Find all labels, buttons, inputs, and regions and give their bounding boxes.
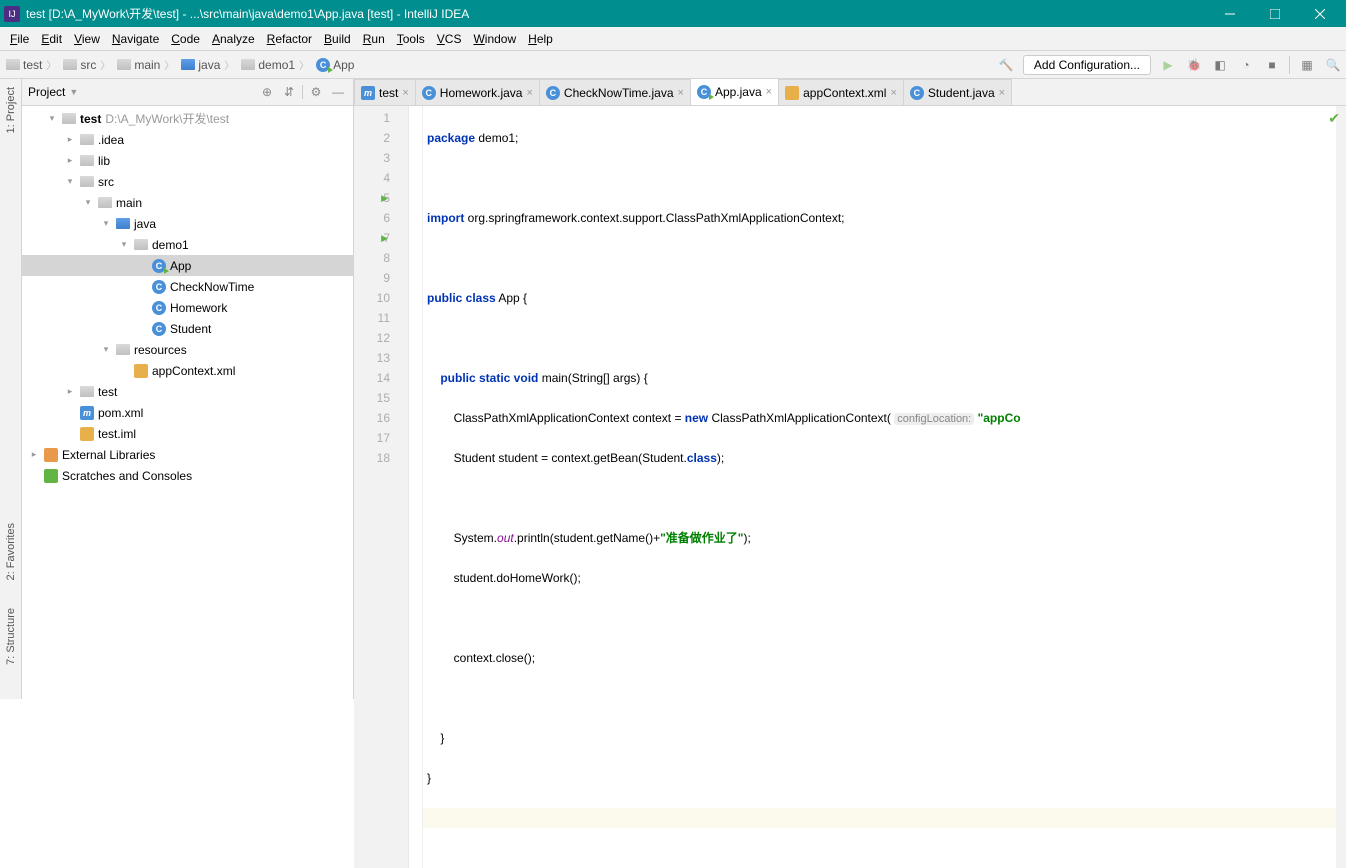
window-title: test [D:\A_MyWork\开发\test] - ...\src\mai…: [26, 5, 1207, 22]
menu-navigate[interactable]: Navigate: [106, 29, 165, 49]
structure-tool-button[interactable]: 7: Structure: [5, 604, 17, 669]
tree-node-src[interactable]: ▾src: [22, 171, 353, 192]
coverage-icon[interactable]: ◧: [1211, 56, 1229, 74]
minimize-button[interactable]: [1207, 0, 1252, 27]
scroll-from-source-icon[interactable]: ⊕: [258, 83, 276, 101]
menu-run[interactable]: Run: [357, 29, 391, 49]
fold-gutter[interactable]: [409, 106, 423, 868]
error-stripe[interactable]: [1336, 106, 1346, 868]
menubar: FileEditViewNavigateCodeAnalyzeRefactorB…: [0, 27, 1346, 51]
breadcrumb-item[interactable]: test〉: [4, 55, 59, 74]
code-editor[interactable]: 12345▶67▶89101112131415161718 package de…: [354, 106, 1346, 868]
tree-node-pom-xml[interactable]: ▸mpom.xml: [22, 402, 353, 423]
editor-area: mtest×CHomework.java×CCheckNowTime.java×…: [354, 79, 1346, 699]
breadcrumb-item[interactable]: CApp: [314, 56, 356, 74]
left-tool-strip: 1: Project 2: Favorites 7: Structure: [0, 79, 22, 699]
titlebar: IJ test [D:\A_MyWork\开发\test] - ...\src\…: [0, 0, 1346, 27]
debug-icon[interactable]: 🐞: [1185, 56, 1203, 74]
tree-node-demo1[interactable]: ▾demo1: [22, 234, 353, 255]
menu-help[interactable]: Help: [522, 29, 559, 49]
maximize-button[interactable]: [1252, 0, 1297, 27]
menu-refactor[interactable]: Refactor: [261, 29, 318, 49]
run-icon[interactable]: ▶: [1159, 56, 1177, 74]
breadcrumb-item[interactable]: main〉: [115, 55, 177, 74]
tab-test[interactable]: mtest×: [354, 79, 416, 105]
menu-build[interactable]: Build: [318, 29, 357, 49]
project-tool-button[interactable]: 1: Project: [5, 83, 17, 137]
navigation-bar: test〉src〉main〉java〉demo1〉CApp 🔨 Add Conf…: [0, 51, 1346, 79]
tree-node-lib[interactable]: ▸lib: [22, 150, 353, 171]
breadcrumb-item[interactable]: demo1〉: [239, 55, 312, 74]
tree-node-external-libraries[interactable]: ▸External Libraries: [22, 444, 353, 465]
close-tab-icon[interactable]: ×: [678, 87, 684, 99]
project-label: Project: [28, 85, 65, 99]
tree-node-java[interactable]: ▾java: [22, 213, 353, 234]
close-tab-icon[interactable]: ×: [402, 87, 408, 99]
code-content[interactable]: package demo1; import org.springframewor…: [423, 106, 1336, 868]
divider: [1289, 56, 1290, 74]
editor-tabs: mtest×CHomework.java×CCheckNowTime.java×…: [354, 79, 1346, 106]
project-tree[interactable]: ▾testD:\A_MyWork\开发\test▸.idea▸lib▾src▾m…: [22, 106, 353, 699]
menu-view[interactable]: View: [68, 29, 106, 49]
breadcrumb-item[interactable]: java〉: [179, 55, 237, 74]
tree-node-test[interactable]: ▾testD:\A_MyWork\开发\test: [22, 108, 353, 129]
tree-node-main[interactable]: ▾main: [22, 192, 353, 213]
tree-node-test-iml[interactable]: ▸test.iml: [22, 423, 353, 444]
project-panel: Project ▼ ⊕ ⇵ ⚙ — ▾testD:\A_MyWork\开发\te…: [22, 79, 354, 699]
menu-tools[interactable]: Tools: [391, 29, 431, 49]
divider: [302, 85, 303, 99]
settings-icon[interactable]: ⚙: [307, 83, 325, 101]
tab-checknowtime-java[interactable]: CCheckNowTime.java×: [539, 79, 691, 105]
inspection-ok-icon[interactable]: ✔: [1328, 110, 1340, 127]
profiler-icon[interactable]: ◔: [1237, 56, 1255, 74]
menu-window[interactable]: Window: [467, 29, 522, 49]
search-everywhere-icon[interactable]: 🔍: [1324, 56, 1342, 74]
breadcrumb: test〉src〉main〉java〉demo1〉CApp: [4, 55, 997, 74]
tree-node--idea[interactable]: ▸.idea: [22, 129, 353, 150]
expand-all-icon[interactable]: ⇵: [280, 83, 298, 101]
app-icon: IJ: [4, 6, 20, 22]
add-configuration-button[interactable]: Add Configuration...: [1023, 55, 1151, 75]
menu-file[interactable]: File: [4, 29, 35, 49]
close-button[interactable]: [1297, 0, 1342, 27]
stop-icon[interactable]: ■: [1263, 56, 1281, 74]
menu-vcs[interactable]: VCS: [431, 29, 468, 49]
tab-appcontext-xml[interactable]: appContext.xml×: [778, 79, 904, 105]
close-tab-icon[interactable]: ×: [890, 87, 896, 99]
tab-student-java[interactable]: CStudent.java×: [903, 79, 1012, 105]
line-gutter[interactable]: 12345▶67▶89101112131415161718: [354, 106, 409, 868]
tree-node-test[interactable]: ▸test: [22, 381, 353, 402]
tab-app-java[interactable]: CApp.java×: [690, 78, 779, 105]
layout-icon[interactable]: ▦: [1298, 56, 1316, 74]
favorites-tool-button[interactable]: 2: Favorites: [5, 519, 17, 584]
close-tab-icon[interactable]: ×: [766, 86, 772, 98]
close-tab-icon[interactable]: ×: [526, 87, 532, 99]
tree-node-app[interactable]: ▸CApp: [22, 255, 353, 276]
menu-analyze[interactable]: Analyze: [206, 29, 261, 49]
tree-node-student[interactable]: ▸CStudent: [22, 318, 353, 339]
close-tab-icon[interactable]: ×: [999, 87, 1005, 99]
tree-node-homework[interactable]: ▸CHomework: [22, 297, 353, 318]
project-panel-header: Project ▼ ⊕ ⇵ ⚙ —: [22, 79, 353, 106]
tab-homework-java[interactable]: CHomework.java×: [415, 79, 540, 105]
tree-node-appcontext-xml[interactable]: ▸appContext.xml: [22, 360, 353, 381]
hide-icon[interactable]: —: [329, 83, 347, 101]
tree-node-checknowtime[interactable]: ▸CCheckNowTime: [22, 276, 353, 297]
tree-node-resources[interactable]: ▾resources: [22, 339, 353, 360]
build-icon[interactable]: 🔨: [997, 56, 1015, 74]
breadcrumb-item[interactable]: src〉: [61, 55, 113, 74]
menu-code[interactable]: Code: [165, 29, 206, 49]
menu-edit[interactable]: Edit: [35, 29, 68, 49]
tree-node-scratches-and-consoles[interactable]: ▸Scratches and Consoles: [22, 465, 353, 486]
